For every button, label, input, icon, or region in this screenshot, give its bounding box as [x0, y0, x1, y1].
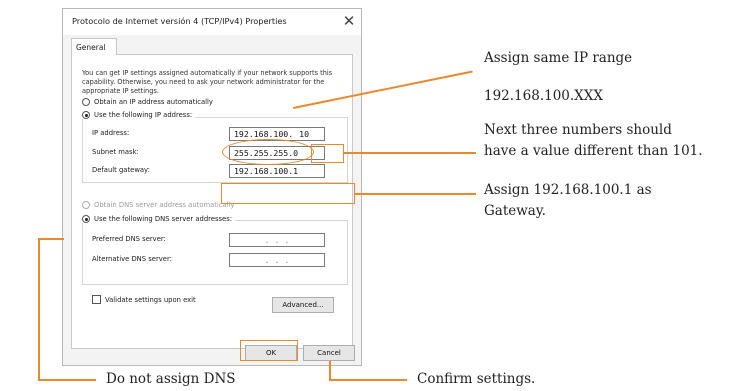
- alternate-dns-field[interactable]: . . .: [229, 253, 325, 267]
- annotation-next-three-line1: Next three numbers should: [484, 122, 672, 138]
- ip-address-last-octet: 10: [299, 129, 310, 139]
- dialog-title: Protocolo de Internet versión 4 (TCP/IPv…: [72, 16, 287, 26]
- radio-obtain-dns-auto-label: Obtain DNS server address automatically: [94, 201, 235, 209]
- ip-address-label: IP address:: [92, 129, 130, 137]
- alternate-dns-dots: . . .: [264, 255, 290, 265]
- tab-general[interactable]: General: [71, 38, 117, 55]
- annotation-confirm: Confirm settings.: [417, 371, 536, 387]
- radio-obtain-ip-auto-label: Obtain an IP address automatically: [94, 98, 213, 106]
- preferred-dns-label: Preferred DNS server:: [92, 235, 166, 243]
- next-three-callout-line: [344, 152, 476, 154]
- radio-button-selected[interactable]: [82, 215, 90, 223]
- validate-settings-checkbox[interactable]: [92, 295, 101, 304]
- dns-callout-line-top: [38, 238, 64, 240]
- radio-obtain-ip-auto[interactable]: Obtain an IP address automatically: [82, 98, 213, 106]
- annotation-ip-range-line2: 192.168.100.XXX: [484, 88, 604, 104]
- radio-use-following-dns-label: Use the following DNS server addresses:: [94, 215, 233, 223]
- ok-highlight-box: [240, 340, 298, 361]
- radio-button[interactable]: [82, 98, 90, 106]
- intro-text: You can get IP settings assigned automat…: [82, 69, 333, 95]
- dns-callout-line-bottom: [38, 379, 96, 381]
- radio-button-disabled[interactable]: [82, 201, 90, 209]
- confirm-callout-line-vertical: [329, 361, 331, 380]
- cancel-button[interactable]: Cancel: [303, 345, 355, 361]
- radio-button-selected[interactable]: [82, 111, 90, 119]
- ip-address-prefix: 192.168.100.: [234, 129, 294, 139]
- dialog-titlebar: Protocolo de Internet versión 4 (TCP/IPv…: [63, 9, 361, 35]
- annotation-dns: Do not assign DNS: [106, 371, 236, 387]
- annotation-ip-range-line1: Assign same IP range: [484, 50, 633, 66]
- close-icon[interactable]: ✕: [339, 11, 359, 31]
- subnet-mask-label: Subnet mask:: [92, 148, 139, 156]
- gateway-callout-line: [355, 193, 476, 195]
- preferred-dns-dots: . . .: [264, 235, 290, 245]
- dns-callout-line-vertical: [38, 238, 40, 380]
- default-gateway-label: Default gateway:: [92, 166, 150, 174]
- gateway-highlight-box: [221, 183, 355, 204]
- annotation-gateway-line2: Gateway.: [484, 203, 546, 219]
- annotation-next-three-line2: have a value different than 101.: [484, 143, 703, 159]
- last-octet-highlight-box: [311, 144, 344, 163]
- radio-use-following-ip-label: Use the following IP address:: [94, 111, 193, 119]
- validate-settings-label: Validate settings upon exit: [105, 295, 196, 304]
- radio-obtain-dns-auto[interactable]: Obtain DNS server address automatically: [82, 201, 235, 209]
- preferred-dns-field[interactable]: . . .: [229, 233, 325, 247]
- validate-settings-row[interactable]: Validate settings upon exit: [92, 295, 196, 304]
- confirm-callout-line-bottom: [329, 379, 407, 381]
- ip-address-highlight-oval: [222, 139, 314, 165]
- advanced-button[interactable]: Advanced...: [272, 297, 334, 313]
- default-gateway-field[interactable]: 192.168.100.1: [229, 164, 325, 178]
- radio-use-following-dns[interactable]: Use the following DNS server addresses:: [82, 215, 236, 223]
- radio-use-following-ip[interactable]: Use the following IP address:: [82, 111, 196, 119]
- annotation-gateway-line1: Assign 192.168.100.1 as: [484, 182, 652, 198]
- alternate-dns-label: Alternative DNS server:: [92, 255, 172, 263]
